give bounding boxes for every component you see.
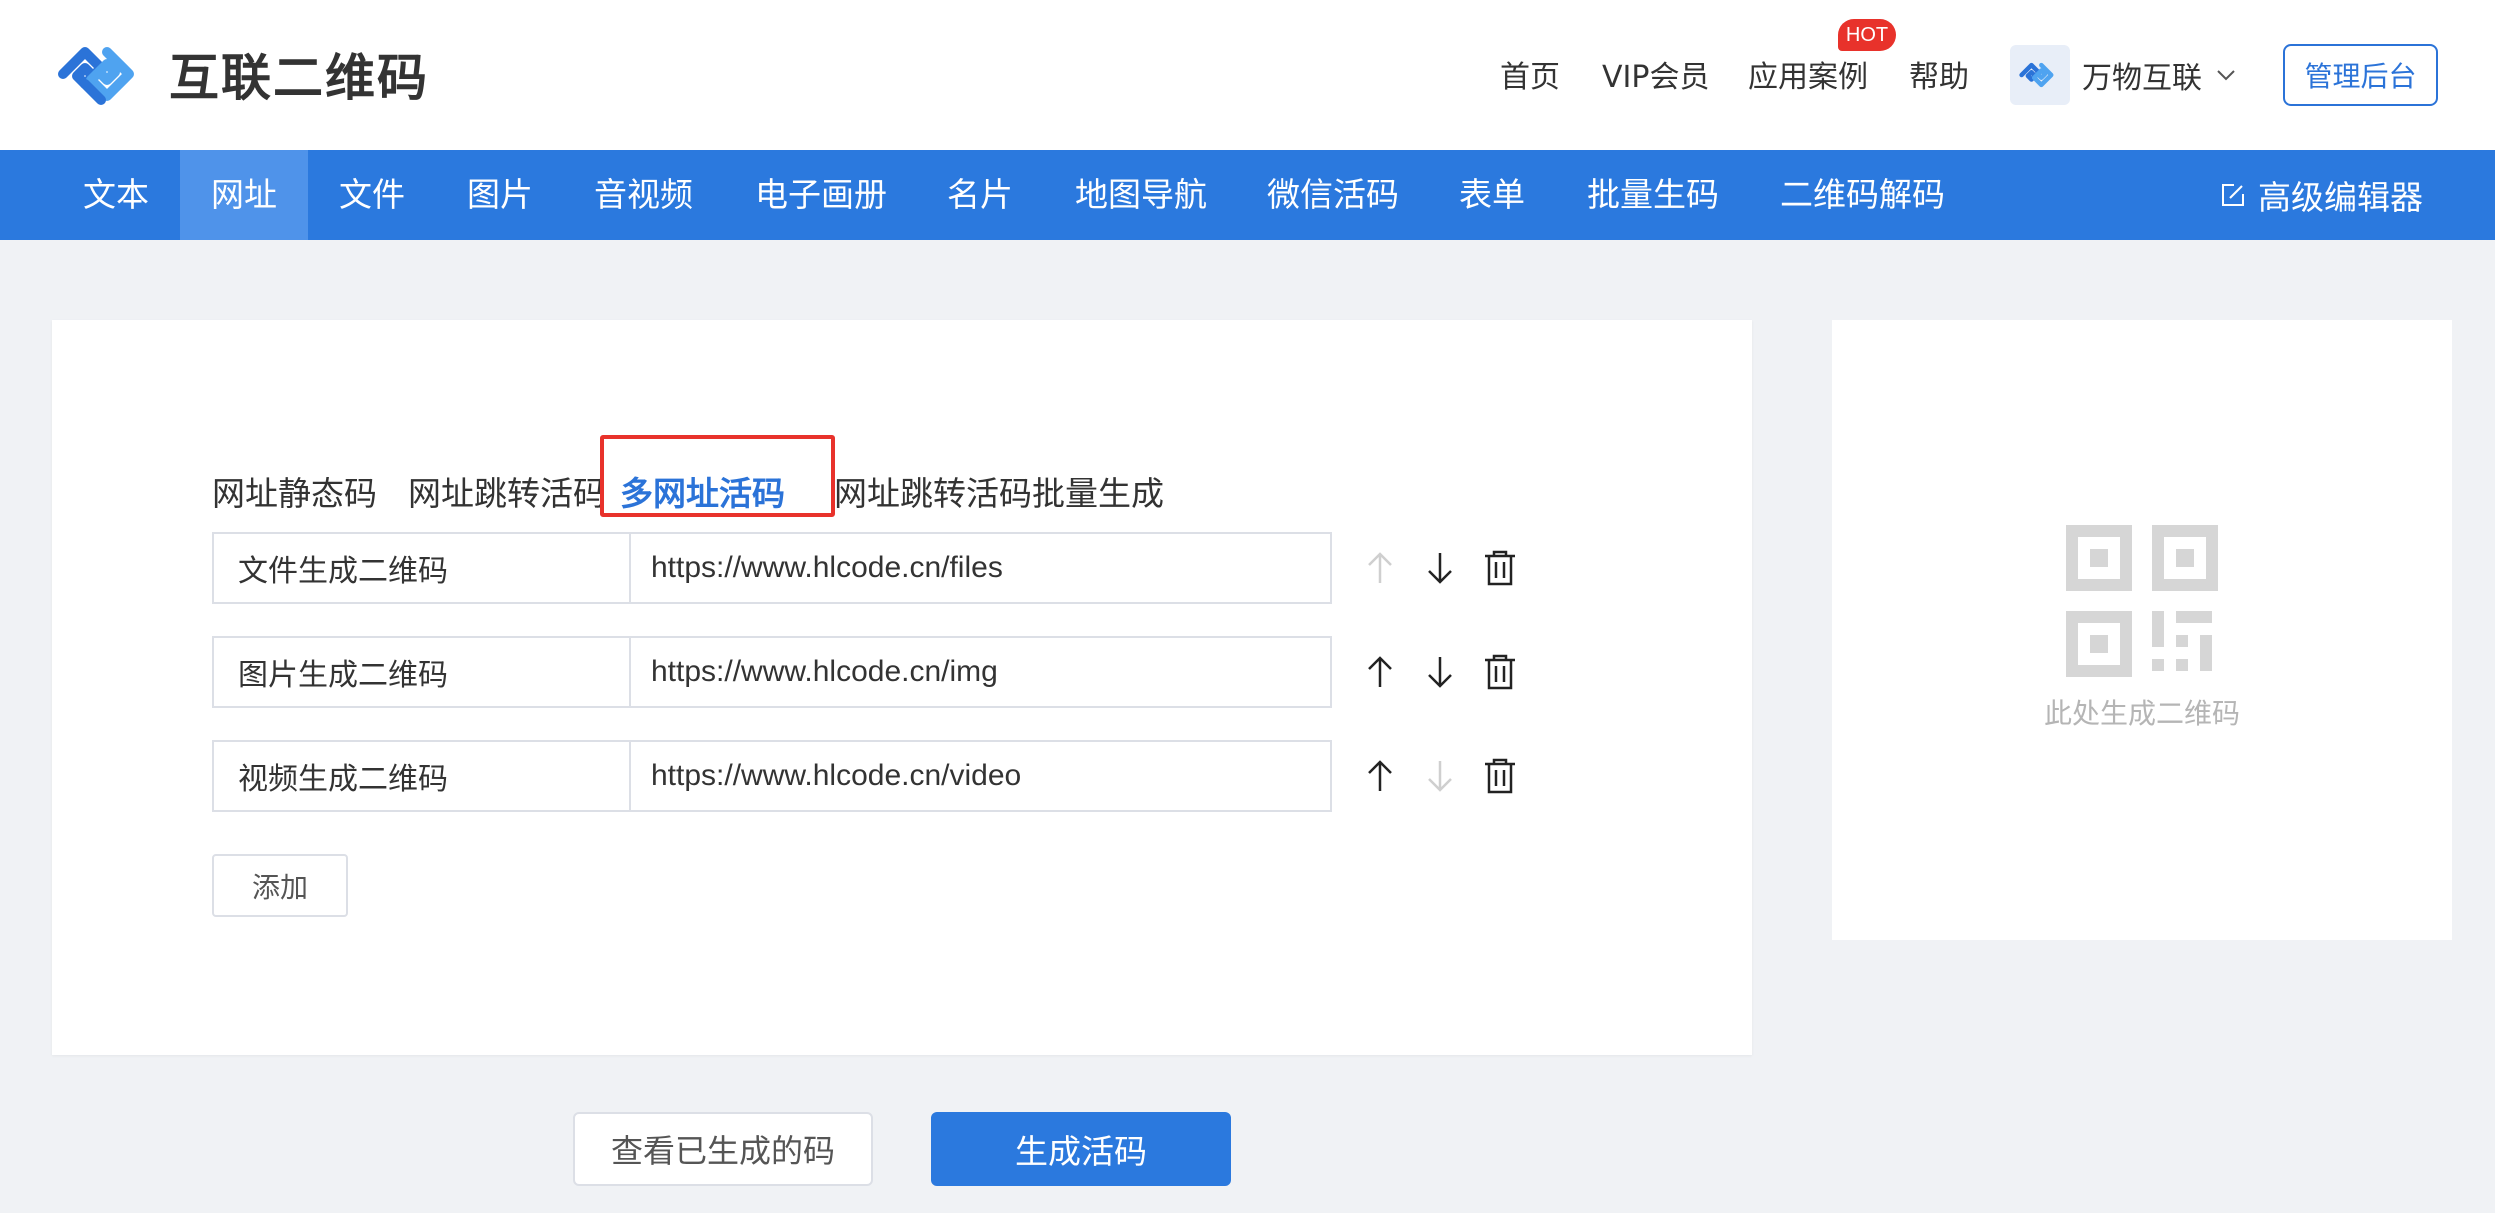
category-nav: 文本 网址 文件 图片 音视频 电子画册 名片 地图导航 微信活码 表单 批量生… [0, 150, 2495, 240]
chain-link-avatar-icon [2019, 62, 2054, 88]
topnav-help[interactable]: 帮助 [1909, 52, 1969, 96]
subtab-batch-redirect[interactable]: 网址跳转活码批量生成 [834, 467, 1164, 515]
move-down-button[interactable] [1410, 538, 1470, 598]
multi-url-form-card: 网址静态码 网址跳转活码 多网址活码 网址跳转活码批量生成 文件生成二维码 ht… [52, 320, 1752, 1055]
subtab-static[interactable]: 网址静态码 [212, 467, 377, 515]
nav-batch[interactable]: 批量生码 [1587, 150, 1719, 240]
add-row-button[interactable]: 添加 [212, 854, 348, 917]
arrow-up-icon [1368, 760, 1392, 791]
edit-icon [2222, 184, 2244, 206]
hot-badge: HOT [1838, 19, 1896, 51]
generate-code-button[interactable]: 生成活码 [931, 1112, 1231, 1186]
row-actions [1350, 740, 1530, 812]
arrow-down-icon [1428, 657, 1452, 688]
nav-e-album[interactable]: 电子画册 [755, 150, 887, 240]
arrow-up-icon [1368, 552, 1392, 583]
view-generated-button[interactable]: 查看已生成的码 [573, 1112, 873, 1186]
preview-placeholder-text: 此处生成二维码 [2043, 697, 2240, 730]
move-down-button[interactable] [1410, 642, 1470, 702]
row-url-input[interactable]: https://www.hlcode.cn/files [631, 534, 1330, 602]
delete-button[interactable] [1470, 746, 1530, 806]
trash-icon [1485, 758, 1515, 794]
user-name: 万物互联 [2082, 61, 2202, 96]
nav-map[interactable]: 地图导航 [1075, 150, 1207, 240]
nav-business-card[interactable]: 名片 [947, 150, 1013, 240]
advanced-editor-label: 高级编辑器 [2258, 178, 2423, 217]
nav-image[interactable]: 图片 [436, 150, 564, 240]
chevron-down-icon [2217, 70, 2235, 81]
move-up-button[interactable] [1350, 746, 1410, 806]
avatar [2010, 45, 2070, 105]
qr-preview-panel: 此处生成二维码 [1832, 320, 2452, 940]
arrow-down-icon [1428, 553, 1452, 584]
chain-link-logo-icon [58, 47, 134, 105]
row-url-input[interactable]: https://www.hlcode.cn/video [631, 742, 1330, 810]
top-header: 互联二维码 首页 VIP会员 应用案例 帮助 HOT 万物互联 管理后台 [0, 0, 2495, 150]
row-name-input[interactable]: 图片生成二维码 [214, 638, 631, 706]
topnav-vip[interactable]: VIP会员 [1602, 52, 1709, 96]
active-tab-highlight [600, 435, 835, 517]
brand-logo[interactable]: 互联二维码 [55, 38, 429, 110]
move-up-button[interactable] [1350, 642, 1410, 702]
trash-icon [1485, 550, 1515, 586]
admin-console-button[interactable]: 管理后台 [2283, 44, 2438, 106]
row-name-input[interactable]: 文件生成二维码 [214, 534, 631, 602]
arrow-down-icon [1428, 761, 1452, 792]
row-name-input[interactable]: 视频生成二维码 [214, 742, 631, 810]
url-row: 视频生成二维码 https://www.hlcode.cn/video [212, 740, 1332, 812]
qr-code-placeholder-icon [2066, 525, 2218, 677]
nav-decode[interactable]: 二维码解码 [1780, 150, 1945, 240]
nav-form[interactable]: 表单 [1459, 150, 1525, 240]
subtab-redirect[interactable]: 网址跳转活码 [408, 467, 606, 515]
move-up-button[interactable] [1350, 538, 1410, 598]
topnav-cases[interactable]: 应用案例 [1748, 52, 1868, 96]
url-row: 文件生成二维码 https://www.hlcode.cn/files [212, 532, 1332, 604]
nav-audio-video[interactable]: 音视频 [594, 150, 693, 240]
arrow-up-icon [1368, 656, 1392, 687]
brand-name: 互联二维码 [169, 49, 429, 107]
row-url-input[interactable]: https://www.hlcode.cn/img [631, 638, 1330, 706]
move-down-button[interactable] [1410, 746, 1470, 806]
topnav-home[interactable]: 首页 [1500, 52, 1560, 96]
advanced-editor-link[interactable]: 高级编辑器 [2220, 150, 2423, 240]
url-row: 图片生成二维码 https://www.hlcode.cn/img [212, 636, 1332, 708]
delete-button[interactable] [1470, 642, 1530, 702]
nav-text[interactable]: 文本 [52, 150, 180, 240]
trash-icon [1485, 654, 1515, 690]
nav-url[interactable]: 网址 [180, 150, 308, 240]
nav-wechat-code[interactable]: 微信活码 [1267, 150, 1399, 240]
row-actions [1350, 532, 1530, 604]
nav-file[interactable]: 文件 [308, 150, 436, 240]
row-actions [1350, 636, 1530, 708]
user-menu[interactable]: 万物互联 [2010, 45, 2238, 105]
delete-button[interactable] [1470, 538, 1530, 598]
